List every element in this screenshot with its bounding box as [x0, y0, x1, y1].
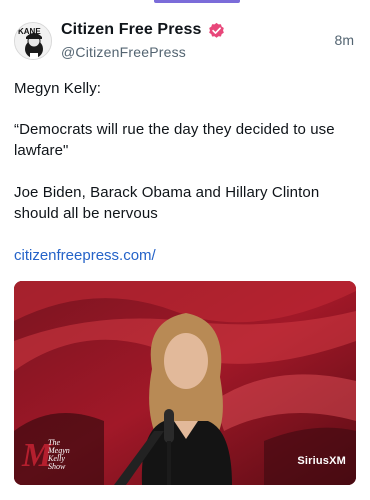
post-text-line-1: Megyn Kelly: — [14, 80, 102, 97]
post-timestamp[interactable]: 8m — [335, 32, 354, 48]
author-names: Citizen Free Press @CitizenFreePress — [61, 20, 225, 60]
avatar[interactable]: KANE — [14, 22, 52, 60]
siriusxm-logo: SiriusXM — [297, 455, 346, 467]
author-display-name[interactable]: Citizen Free Press — [61, 21, 202, 39]
avatar-image: KANE — [15, 23, 51, 59]
author-handle[interactable]: @CitizenFreePress — [61, 44, 225, 60]
post-link[interactable]: citizenfreepress.com/ — [14, 245, 156, 266]
post-text-line-3: Joe Biden, Barack Obama and Hillary Clin… — [14, 184, 320, 222]
post-header: KANE Citizen Free Press @CitizenFreePres… — [14, 20, 356, 64]
verified-badge-icon — [208, 22, 225, 39]
post-text-line-2: “Democrats will rue the day they decided… — [14, 121, 335, 159]
video-thumbnail[interactable]: M The Megyn Kelly Show SiriusXM — [14, 281, 356, 485]
post[interactable]: KANE Citizen Free Press @CitizenFreePres… — [0, 0, 370, 500]
show-logo-text: The Megyn Kelly Show — [48, 438, 70, 471]
avatar-label: KANE — [18, 27, 41, 36]
